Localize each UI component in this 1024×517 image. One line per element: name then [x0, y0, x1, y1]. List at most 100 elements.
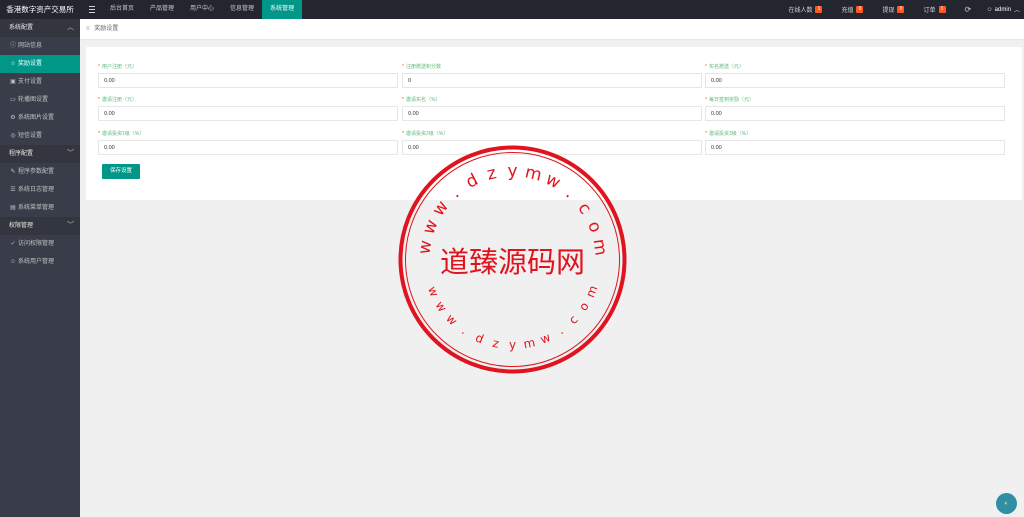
sms-icon: ◎ — [10, 133, 16, 139]
nav-item-system[interactable]: 系统管理 — [262, 0, 303, 19]
required-mark: * — [402, 97, 404, 103]
sidebar-item-access[interactable]: ✓ 访问权限管理 — [0, 235, 80, 253]
required-mark: * — [705, 131, 707, 137]
seal-ring-char: w — [415, 239, 437, 256]
seal-ring-char: o — [583, 218, 605, 235]
sidebar-item-sms[interactable]: ◎ 短信设置 — [0, 127, 80, 145]
app-brand[interactable]: 香港数字资产交易所 — [0, 0, 80, 19]
watermark-seal: 道臻源码网 www.dzymw.com moc.wmyzd.www — [398, 145, 627, 374]
seal-ring-top: www.d z y mw.com — [415, 162, 611, 257]
withdraw-count[interactable]: 提现 0 — [882, 5, 905, 14]
field-label: 每日签到奖励（元） — [708, 97, 754, 103]
daily-signin-input[interactable] — [705, 106, 1005, 121]
nav-item-info[interactable]: 信息管理 — [222, 0, 262, 19]
sidebar-item-reward[interactable]: ☆ 奖励设置 — [0, 55, 80, 73]
seal-ring-char: w — [425, 284, 442, 299]
stat-label: 提现 — [882, 8, 895, 14]
invest-level3-input[interactable] — [705, 140, 1005, 155]
stat-label: 在线人数 — [788, 8, 813, 14]
nav-item-home[interactable]: 后台首页 — [102, 0, 142, 19]
seal-ring-char: w — [443, 311, 460, 328]
field-label: 邀请投资1级（%） — [101, 131, 145, 137]
seal-ring-char: w — [538, 330, 553, 347]
sidebar-group-program[interactable]: 程序配置 ﹀ — [0, 145, 80, 163]
refresh-icon[interactable]: ⟳ — [965, 5, 973, 14]
sidebar-item-label: 系统日志管理 — [18, 187, 55, 193]
form-field: * 每日签到奖励（元） — [705, 96, 1005, 121]
seal-ring-char: d — [463, 170, 482, 193]
sidebar-item-logs[interactable]: ☰ 系统日志管理 — [0, 181, 80, 199]
seal-ring-char: y — [509, 338, 516, 352]
seal-ring-char: o — [576, 300, 592, 314]
required-mark: * — [98, 131, 100, 137]
seal-ring-char: m — [522, 335, 536, 351]
recharge-count[interactable]: 充值 0 — [841, 5, 864, 14]
sidebar-item-payment[interactable]: ▣ 支付设置 — [0, 73, 80, 91]
gear-icon: ⚙ — [10, 115, 16, 121]
seal-ring-char: w — [419, 217, 443, 237]
count-badge: 1 — [815, 6, 823, 13]
payment-icon: ▣ — [10, 79, 16, 85]
field-label: 邀请投资2级（%） — [405, 131, 449, 137]
sidebar-item-menus[interactable]: ▤ 系统菜单管理 — [0, 199, 80, 217]
form-field: * 邀请投资1级（%） — [98, 130, 398, 155]
register-points-input[interactable] — [402, 73, 702, 88]
form-field: * 实名赠送（元） — [705, 63, 1005, 88]
help-float-button[interactable]: ◐ — [996, 493, 1017, 514]
chevron-down-icon: ﹀ — [67, 150, 74, 157]
user-menu[interactable]: ☺ admin ︿ — [987, 5, 1021, 15]
field-label: 邀请实名（%） — [405, 97, 441, 103]
nav-item-users[interactable]: 用户中心 — [182, 0, 222, 19]
breadcrumb-current[interactable]: 奖励设置 — [94, 26, 118, 32]
seal-center-text: 道臻源码网 — [440, 245, 585, 279]
gift-icon: ☆ — [10, 61, 16, 67]
sidebar-item-images[interactable]: ⚙ 系统图片设置 — [0, 109, 80, 127]
nav-item-products[interactable]: 产品管理 — [142, 0, 182, 19]
seal-ring-char: m — [523, 162, 544, 185]
sidebar-group-permission[interactable]: 权限管理 ﹀ — [0, 217, 80, 235]
seal-ring-char: . — [446, 184, 463, 203]
save-button[interactable]: 保存设置 — [102, 164, 140, 179]
invite-realname-input[interactable] — [402, 106, 702, 121]
chevron-down-icon: ︿ — [1013, 8, 1020, 14]
breadcrumb: ≡ 奖励设置 — [80, 19, 1024, 40]
required-mark: * — [705, 97, 707, 103]
check-circle-icon: ✓ — [10, 241, 16, 247]
sidebar-item-sysusers[interactable]: ☺ 系统用户管理 — [0, 253, 80, 271]
required-mark: * — [402, 64, 404, 70]
stat-label: 订单 — [923, 8, 936, 14]
seal-ring-char: . — [555, 324, 566, 338]
sidebar-item-site-info[interactable]: ⓘ 网站信息 — [0, 37, 80, 55]
form-field: * 用户注册（元） — [98, 63, 398, 88]
group-label: 系统配置 — [9, 25, 34, 31]
stat-label: 充值 — [841, 8, 854, 14]
invite-register-input[interactable] — [98, 106, 398, 121]
online-count[interactable]: 在线人数 1 — [788, 5, 823, 14]
register-reward-input[interactable] — [98, 73, 398, 88]
sidebar-group-system[interactable]: 系统配置 ︿ — [0, 19, 80, 37]
required-mark: * — [402, 131, 404, 137]
sidebar-item-label: 奖励设置 — [18, 61, 43, 67]
wrench-icon: ✎ — [10, 169, 16, 175]
image-icon: ▭ — [10, 97, 16, 103]
form-field: * 邀请投资3级（%） — [705, 130, 1005, 155]
sidebar-item-label: 访问权限管理 — [18, 241, 55, 247]
count-badge: 0 — [897, 6, 905, 13]
seal-ring-char: w — [542, 169, 564, 193]
top-nav: 后台首页 产品管理 用户中心 信息管理 系统管理 — [102, 0, 303, 19]
count-badge: 0 — [856, 6, 864, 13]
field-label: 邀请投资3级（%） — [708, 131, 752, 137]
group-label: 权限管理 — [9, 223, 34, 229]
sidebar-item-label: 系统图片设置 — [18, 115, 55, 121]
order-count[interactable]: 订单 1 — [923, 5, 946, 14]
realname-reward-input[interactable] — [705, 73, 1005, 88]
user-icon: ☺ — [9, 259, 17, 265]
menu-toggle-icon[interactable] — [86, 0, 98, 19]
sidebar-item-carousel[interactable]: ▭ 轮播图设置 — [0, 91, 80, 109]
sidebar: 系统配置 ︿ ⓘ 网站信息 ☆ 奖励设置 ▣ 支付设置 ▭ 轮播图设置 ⚙ 系统… — [0, 19, 80, 517]
sidebar-item-params[interactable]: ✎ 程序参数配置 — [0, 163, 80, 181]
menu-icon: ▤ — [10, 205, 16, 211]
count-badge: 1 — [938, 6, 946, 13]
seal-ring-char: c — [573, 199, 595, 218]
invest-level1-input[interactable] — [98, 140, 398, 155]
